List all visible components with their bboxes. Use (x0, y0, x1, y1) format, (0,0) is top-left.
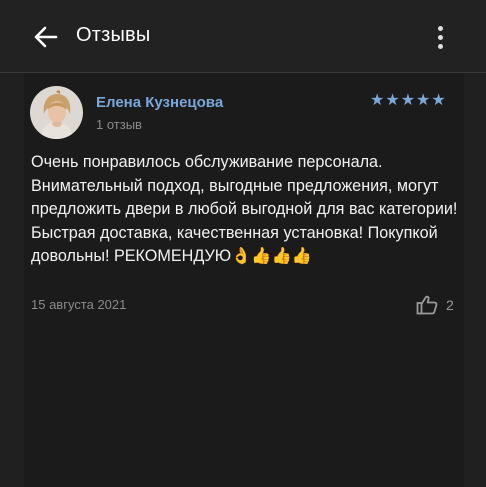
avatar[interactable] (30, 86, 83, 139)
app-bar: Отзывы (0, 0, 486, 73)
star-icon: ★ (370, 92, 385, 109)
like-button[interactable]: 2 (416, 295, 454, 315)
arrow-left-icon (34, 26, 58, 48)
page-title: Отзывы (76, 24, 151, 46)
star-icon: ★ (431, 92, 446, 109)
star-icon: ★ (416, 92, 431, 109)
like-count: 2 (446, 297, 454, 313)
more-vert-icon (437, 25, 443, 31)
back-button[interactable] (30, 22, 62, 52)
avatar-image (30, 86, 83, 139)
more-menu-button[interactable] (428, 22, 452, 52)
review-card: Елена Кузнецова 1 отзыв ★ ★ ★ ★ ★ Очень … (24, 73, 464, 487)
star-icon: ★ (400, 92, 416, 109)
more-vert-dot (437, 43, 443, 49)
review-text: Очень понравилось обслуживание персонала… (31, 153, 458, 265)
review-date: 15 августа 2021 (31, 297, 127, 312)
thumb-up-icon (416, 295, 438, 315)
more-vert-dot (437, 34, 443, 40)
author-name[interactable]: Елена Кузнецова (96, 94, 223, 111)
author-review-count: 1 отзыв (96, 117, 142, 132)
star-icon: ★ (385, 92, 400, 109)
rating-stars: ★ ★ ★ ★ ★ (370, 92, 446, 110)
